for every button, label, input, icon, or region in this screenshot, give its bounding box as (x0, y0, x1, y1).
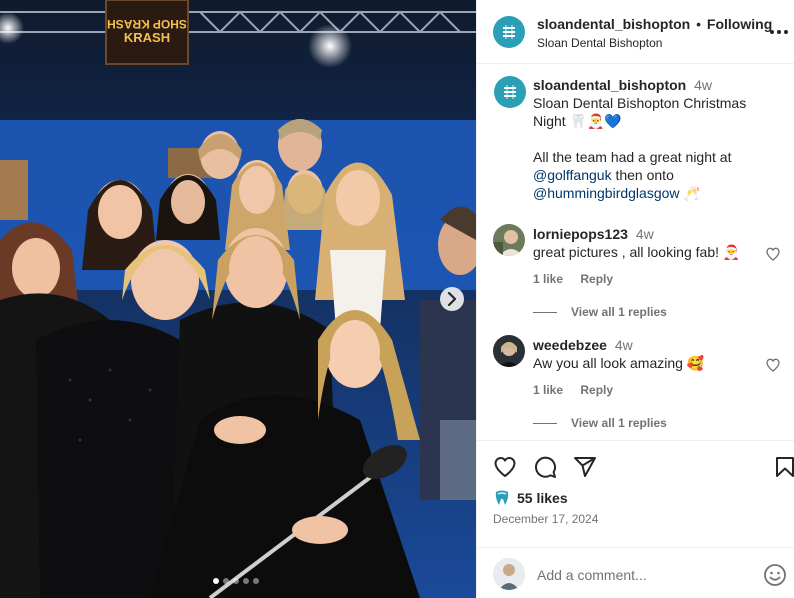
heart-icon[interactable] (765, 246, 781, 262)
more-icon (770, 30, 788, 34)
post-location[interactable]: Sloan Dental Bishopton (537, 36, 662, 50)
carousel-dot (223, 578, 229, 584)
caption-text: then onto (611, 167, 674, 183)
chevron-right-icon (447, 292, 457, 306)
avatar (493, 558, 525, 590)
caption-text: 🥂 (679, 185, 701, 201)
tooth-logo-icon (503, 25, 515, 39)
view-replies-button[interactable]: View all 1 replies (533, 305, 667, 319)
likes-count[interactable]: 55 likes (517, 490, 568, 506)
tooth-logo-icon (495, 490, 509, 505)
post-header: sloandental_bishopton • Following Sloan … (477, 0, 794, 64)
heart-icon[interactable] (493, 455, 517, 479)
post-photo[interactable]: SHOP KRASH KRASH (0, 0, 476, 598)
comment-username[interactable]: lorniepops123 (533, 226, 628, 242)
comment-text: great pictures , all looking fab! 🎅 (533, 244, 741, 260)
view-replies-label: View all 1 replies (571, 305, 667, 319)
divider (533, 422, 557, 424)
carousel-dot (253, 578, 259, 584)
comment-time[interactable]: 4w (615, 337, 633, 353)
avatar-photo (493, 224, 525, 256)
separator-dot: • (696, 16, 702, 32)
comment-icon[interactable] (533, 455, 557, 479)
emoji-icon[interactable] (763, 563, 787, 587)
mention-link[interactable]: @hummingbirdglasgow (533, 185, 680, 201)
likes-summary[interactable]: 55 likes (493, 489, 568, 507)
comment-time[interactable]: 4w (636, 226, 654, 242)
avatar-photo (493, 335, 525, 367)
account-username[interactable]: sloandental_bishopton (537, 16, 690, 32)
comment-text: Aw you all look amazing 🥰 (533, 355, 705, 371)
comment-username[interactable]: weedebzee (533, 337, 607, 353)
caption-text-line: Night 🦷🎅💙 (533, 113, 622, 129)
commenter-avatar[interactable] (493, 224, 525, 256)
caption-text-line: Sloan Dental Bishopton Christmas (533, 95, 747, 111)
caption-time[interactable]: 4w (694, 77, 712, 93)
caption: sloandental_bishopton 4w Sloan Dental Bi… (533, 76, 777, 202)
post-panel: sloandental_bishopton • Following Sloan … (476, 0, 794, 598)
view-replies-button[interactable]: View all 1 replies (533, 416, 667, 430)
comment-input[interactable] (537, 565, 747, 585)
caption-text-line: All the team had a great night at (533, 149, 732, 165)
caption-username[interactable]: sloandental_bishopton (533, 77, 686, 93)
bookmark-icon[interactable] (773, 455, 794, 479)
carousel-indicator (213, 578, 259, 584)
share-icon[interactable] (573, 455, 597, 479)
following-button[interactable]: Following (707, 16, 772, 32)
avatar-photo (493, 558, 525, 590)
sign-text: SHOP KRASH (107, 17, 187, 31)
view-replies-label: View all 1 replies (571, 416, 667, 430)
tooth-logo-icon (504, 85, 516, 99)
commenter-avatar[interactable] (493, 335, 525, 367)
carousel-dot (213, 578, 219, 584)
caption-avatar[interactable] (494, 76, 526, 108)
comment-likes[interactable]: 1 like (533, 383, 563, 397)
comment-likes[interactable]: 1 like (533, 272, 563, 286)
carousel-dot (233, 578, 239, 584)
carousel-dot (243, 578, 249, 584)
reply-button[interactable]: Reply (580, 383, 613, 397)
mention-link[interactable]: @golffanguk (533, 167, 612, 183)
account-avatar[interactable] (493, 16, 525, 48)
more-options-button[interactable] (767, 20, 791, 44)
group-photo-image: SHOP KRASH KRASH (0, 0, 476, 598)
carousel-next-button[interactable] (440, 287, 464, 311)
post-actions: 55 likes December 17, 2024 (477, 440, 794, 598)
post-date[interactable]: December 17, 2024 (493, 512, 598, 526)
heart-icon[interactable] (765, 357, 781, 373)
svg-text:KRASH: KRASH (124, 30, 170, 45)
reply-button[interactable]: Reply (580, 272, 613, 286)
divider (533, 311, 557, 313)
add-comment-bar (477, 547, 794, 598)
header-line: sloandental_bishopton • Following (537, 16, 772, 32)
